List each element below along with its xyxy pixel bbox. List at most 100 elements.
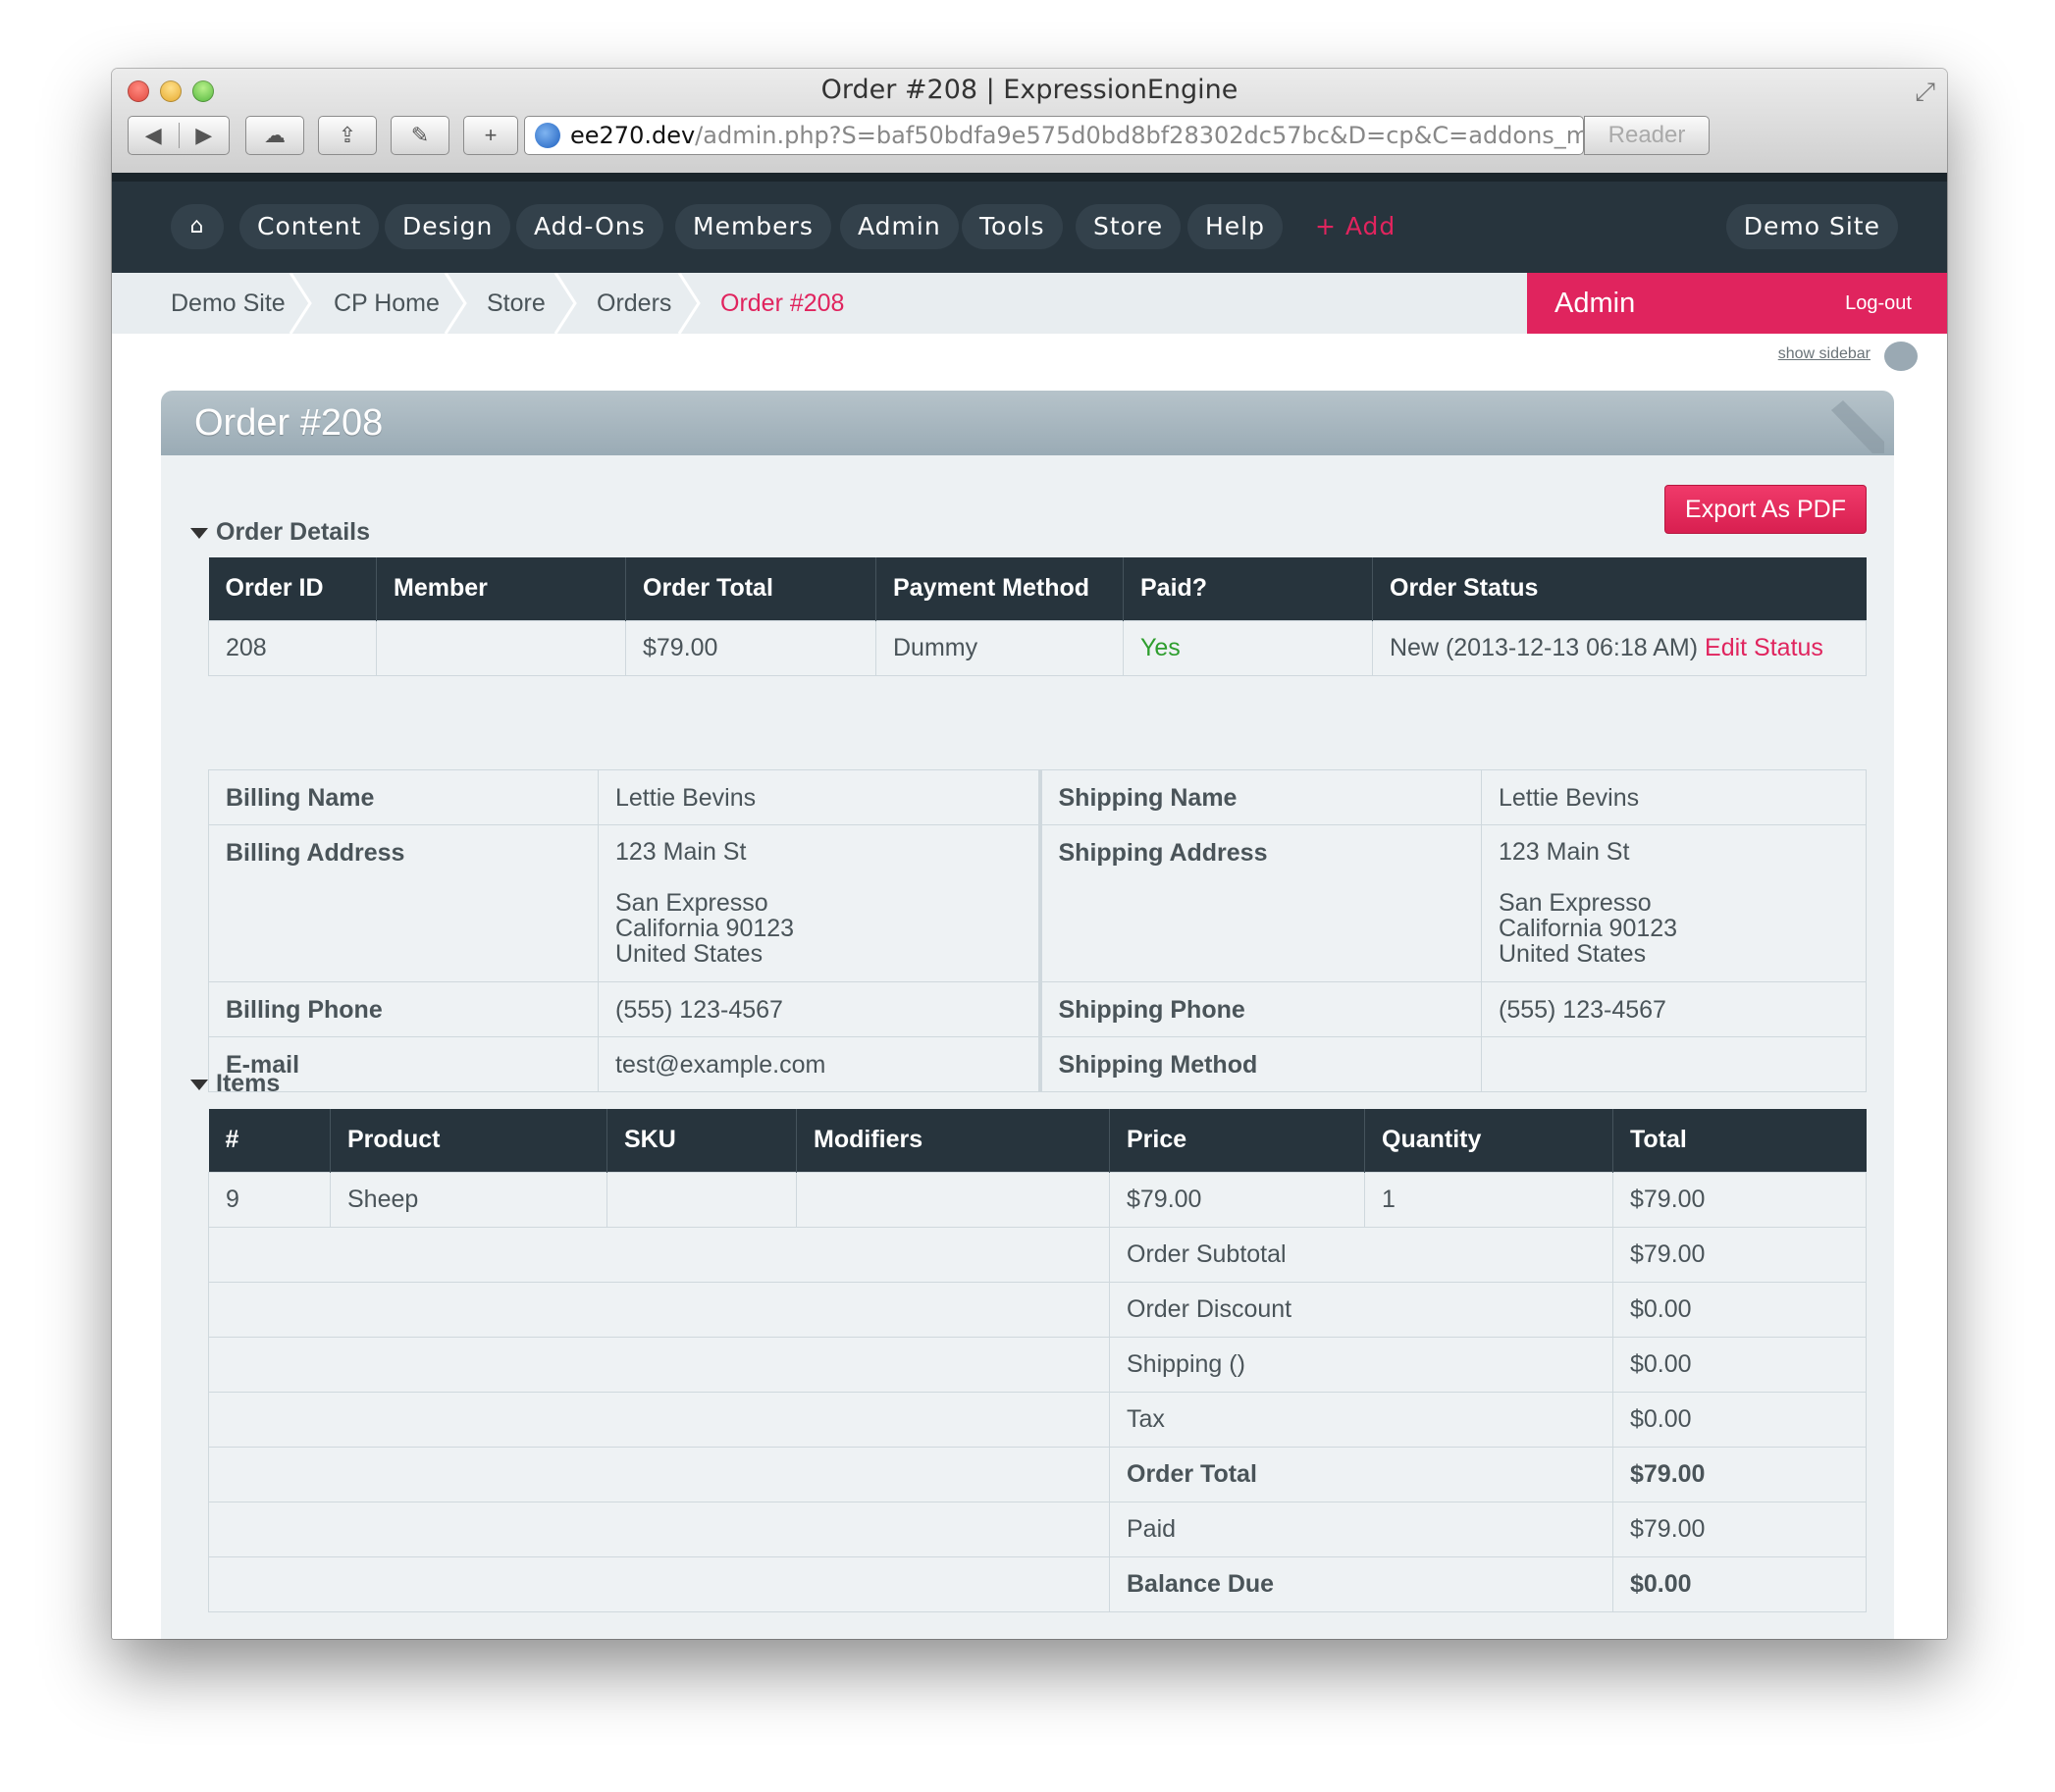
column-header: Order Total (625, 557, 876, 620)
share-icon: ⇪ (338, 123, 357, 147)
order-total: $79.00 (625, 619, 876, 676)
pencil-icon (1831, 400, 1884, 453)
item-modifiers (796, 1171, 1110, 1228)
nav-store[interactable]: Store (1076, 204, 1182, 249)
breadcrumb-separator (677, 273, 701, 334)
logout-link[interactable]: Log-out (1845, 273, 1912, 334)
summary-label: Shipping () (1109, 1336, 1613, 1393)
summary-label: Order Discount (1109, 1281, 1613, 1338)
shipping-address: 123 Main St San Expresso California 9012… (1481, 824, 1867, 982)
billing-address-label: Billing Address (208, 824, 599, 982)
billing-name-label: Billing Name (208, 769, 599, 825)
summary-value: $0.00 (1612, 1391, 1867, 1448)
address-bar[interactable]: ee270.dev /admin.php?S=baf50bdfa9e575d0b… (524, 116, 1584, 155)
bookmarklet-button[interactable]: ✎ (391, 116, 449, 155)
item-quantity: 1 (1364, 1171, 1613, 1228)
column-header: Member (376, 557, 626, 620)
table-row: 9 Sheep $79.00 1 $79.00 (208, 1171, 1867, 1228)
nav-add-ons[interactable]: Add-Ons (516, 204, 663, 249)
summary-label: Paid (1109, 1501, 1613, 1557)
nav-design[interactable]: Design (385, 204, 511, 249)
breadcrumb-separator (289, 273, 312, 334)
show-sidebar-link[interactable]: show sidebar (1778, 345, 1871, 363)
column-header: Modifiers (796, 1109, 1110, 1172)
summary-label: Balance Due (1109, 1555, 1613, 1612)
billing-address: 123 Main St San Expresso California 9012… (598, 824, 1040, 982)
table-row: 208 $79.00 Dummy Yes New (2013-12-13 06:… (208, 619, 1867, 676)
summary-row: Tax $0.00 (208, 1391, 1867, 1448)
order-status-text: New (2013-12-13 06:18 AM) (1390, 633, 1699, 661)
summary-row: Order Subtotal $79.00 (208, 1226, 1867, 1283)
summary-value: $0.00 (1612, 1336, 1867, 1393)
billing-address-country: United States (615, 940, 764, 968)
nav-demo-site[interactable]: Demo Site (1725, 204, 1898, 249)
breadcrumb-demo-site[interactable]: Demo Site (171, 273, 286, 334)
order-id: 208 (208, 619, 377, 676)
summary-spacer (208, 1281, 1110, 1338)
breadcrumb-separator (553, 273, 577, 334)
summary-spacer (208, 1391, 1110, 1448)
export-pdf-button[interactable]: Export As PDF (1664, 485, 1867, 534)
column-header: SKU (606, 1109, 797, 1172)
summary-spacer (208, 1555, 1110, 1612)
address-table: Billing Name Lettie Bevins Shipping Name… (208, 769, 1867, 1092)
plus-icon: + (484, 123, 498, 147)
content-panel: Order #208 Export As PDF Order Details O… (161, 391, 1894, 1639)
breadcrumb-current: Order #208 (720, 290, 845, 317)
items-toggle[interactable]: Items (190, 1070, 280, 1098)
summary-row: Order Discount $0.00 (208, 1281, 1867, 1338)
forward-icon[interactable]: ▶ (180, 123, 230, 148)
browser-window: Order #208 | ExpressionEngine ⤢ ◀ ▶ ☁ ⇪ … (112, 69, 1947, 1639)
nav-help[interactable]: Help (1187, 204, 1283, 249)
new-tab-button[interactable]: + (463, 116, 518, 155)
page-title: Order #208 (161, 391, 1894, 455)
shipping-method-label: Shipping Method (1037, 1036, 1482, 1092)
back-icon[interactable]: ◀ (129, 123, 180, 148)
nav-admin[interactable]: Admin (840, 204, 959, 249)
sidebar-toggle-icon[interactable] (1884, 342, 1918, 371)
billing-phone-label: Billing Phone (208, 981, 599, 1037)
paid-status: Yes (1123, 619, 1373, 676)
order-details-toggle[interactable]: Order Details (190, 518, 370, 547)
summary-spacer (208, 1226, 1110, 1283)
admin-user-link[interactable]: Admin (1554, 273, 1635, 334)
billing-phone: (555) 123-4567 (598, 981, 1040, 1037)
main-nav: ⌂ Content Design Add-Ons Members Admin T… (112, 173, 1947, 273)
summary-value: $0.00 (1612, 1555, 1867, 1612)
shipping-address-region: California 90123 (1499, 915, 1678, 942)
item-product: Sheep (330, 1171, 607, 1228)
table-row: Billing Phone (555) 123-4567 Shipping Ph… (208, 981, 1867, 1037)
column-header: Product (330, 1109, 607, 1172)
shipping-address-country: United States (1499, 940, 1647, 968)
shipping-address-city: San Expresso (1499, 889, 1652, 917)
summary-row: Paid $79.00 (208, 1501, 1867, 1557)
icloud-tabs-button[interactable]: ☁ (245, 116, 304, 155)
cloud-icon: ☁ (264, 123, 286, 147)
nav-members[interactable]: Members (675, 204, 831, 249)
table-row: Billing Name Lettie Bevins Shipping Name… (208, 769, 1867, 825)
fullscreen-icon[interactable]: ⤢ (1915, 77, 1935, 108)
column-header: Quantity (1364, 1109, 1613, 1172)
summary-label: Order Total (1109, 1446, 1613, 1502)
billing-address-city: San Expresso (615, 889, 768, 917)
share-button[interactable]: ⇪ (318, 116, 377, 155)
member (376, 619, 626, 676)
table-header-row: Order ID Member Order Total Payment Meth… (208, 557, 1867, 620)
browser-toolbar: Order #208 | ExpressionEngine ⤢ ◀ ▶ ☁ ⇪ … (112, 69, 1947, 174)
table-row: Billing Address 123 Main St San Expresso… (208, 824, 1867, 982)
nav-home[interactable]: ⌂ (171, 204, 224, 249)
table-header-row: # Product SKU Modifiers Price Quantity T… (208, 1109, 1867, 1172)
edit-status-link[interactable]: Edit Status (1705, 634, 1823, 661)
reader-button[interactable]: Reader (1584, 116, 1710, 155)
summary-value: $79.00 (1612, 1446, 1867, 1502)
breadcrumb-orders[interactable]: Orders (597, 273, 671, 334)
nav-tools[interactable]: Tools (962, 204, 1063, 249)
billing-address-line1: 123 Main St (615, 838, 747, 866)
shipping-address-line1: 123 Main St (1499, 838, 1630, 866)
breadcrumb-store[interactable]: Store (487, 273, 546, 334)
url-path: /admin.php?S=baf50bdfa9e575d0bd8bf28302d… (695, 122, 1583, 149)
nav-content[interactable]: Content (239, 204, 380, 249)
column-header: # (208, 1109, 331, 1172)
breadcrumb-cp-home[interactable]: CP Home (334, 273, 440, 334)
nav-add[interactable]: + Add (1297, 204, 1413, 249)
